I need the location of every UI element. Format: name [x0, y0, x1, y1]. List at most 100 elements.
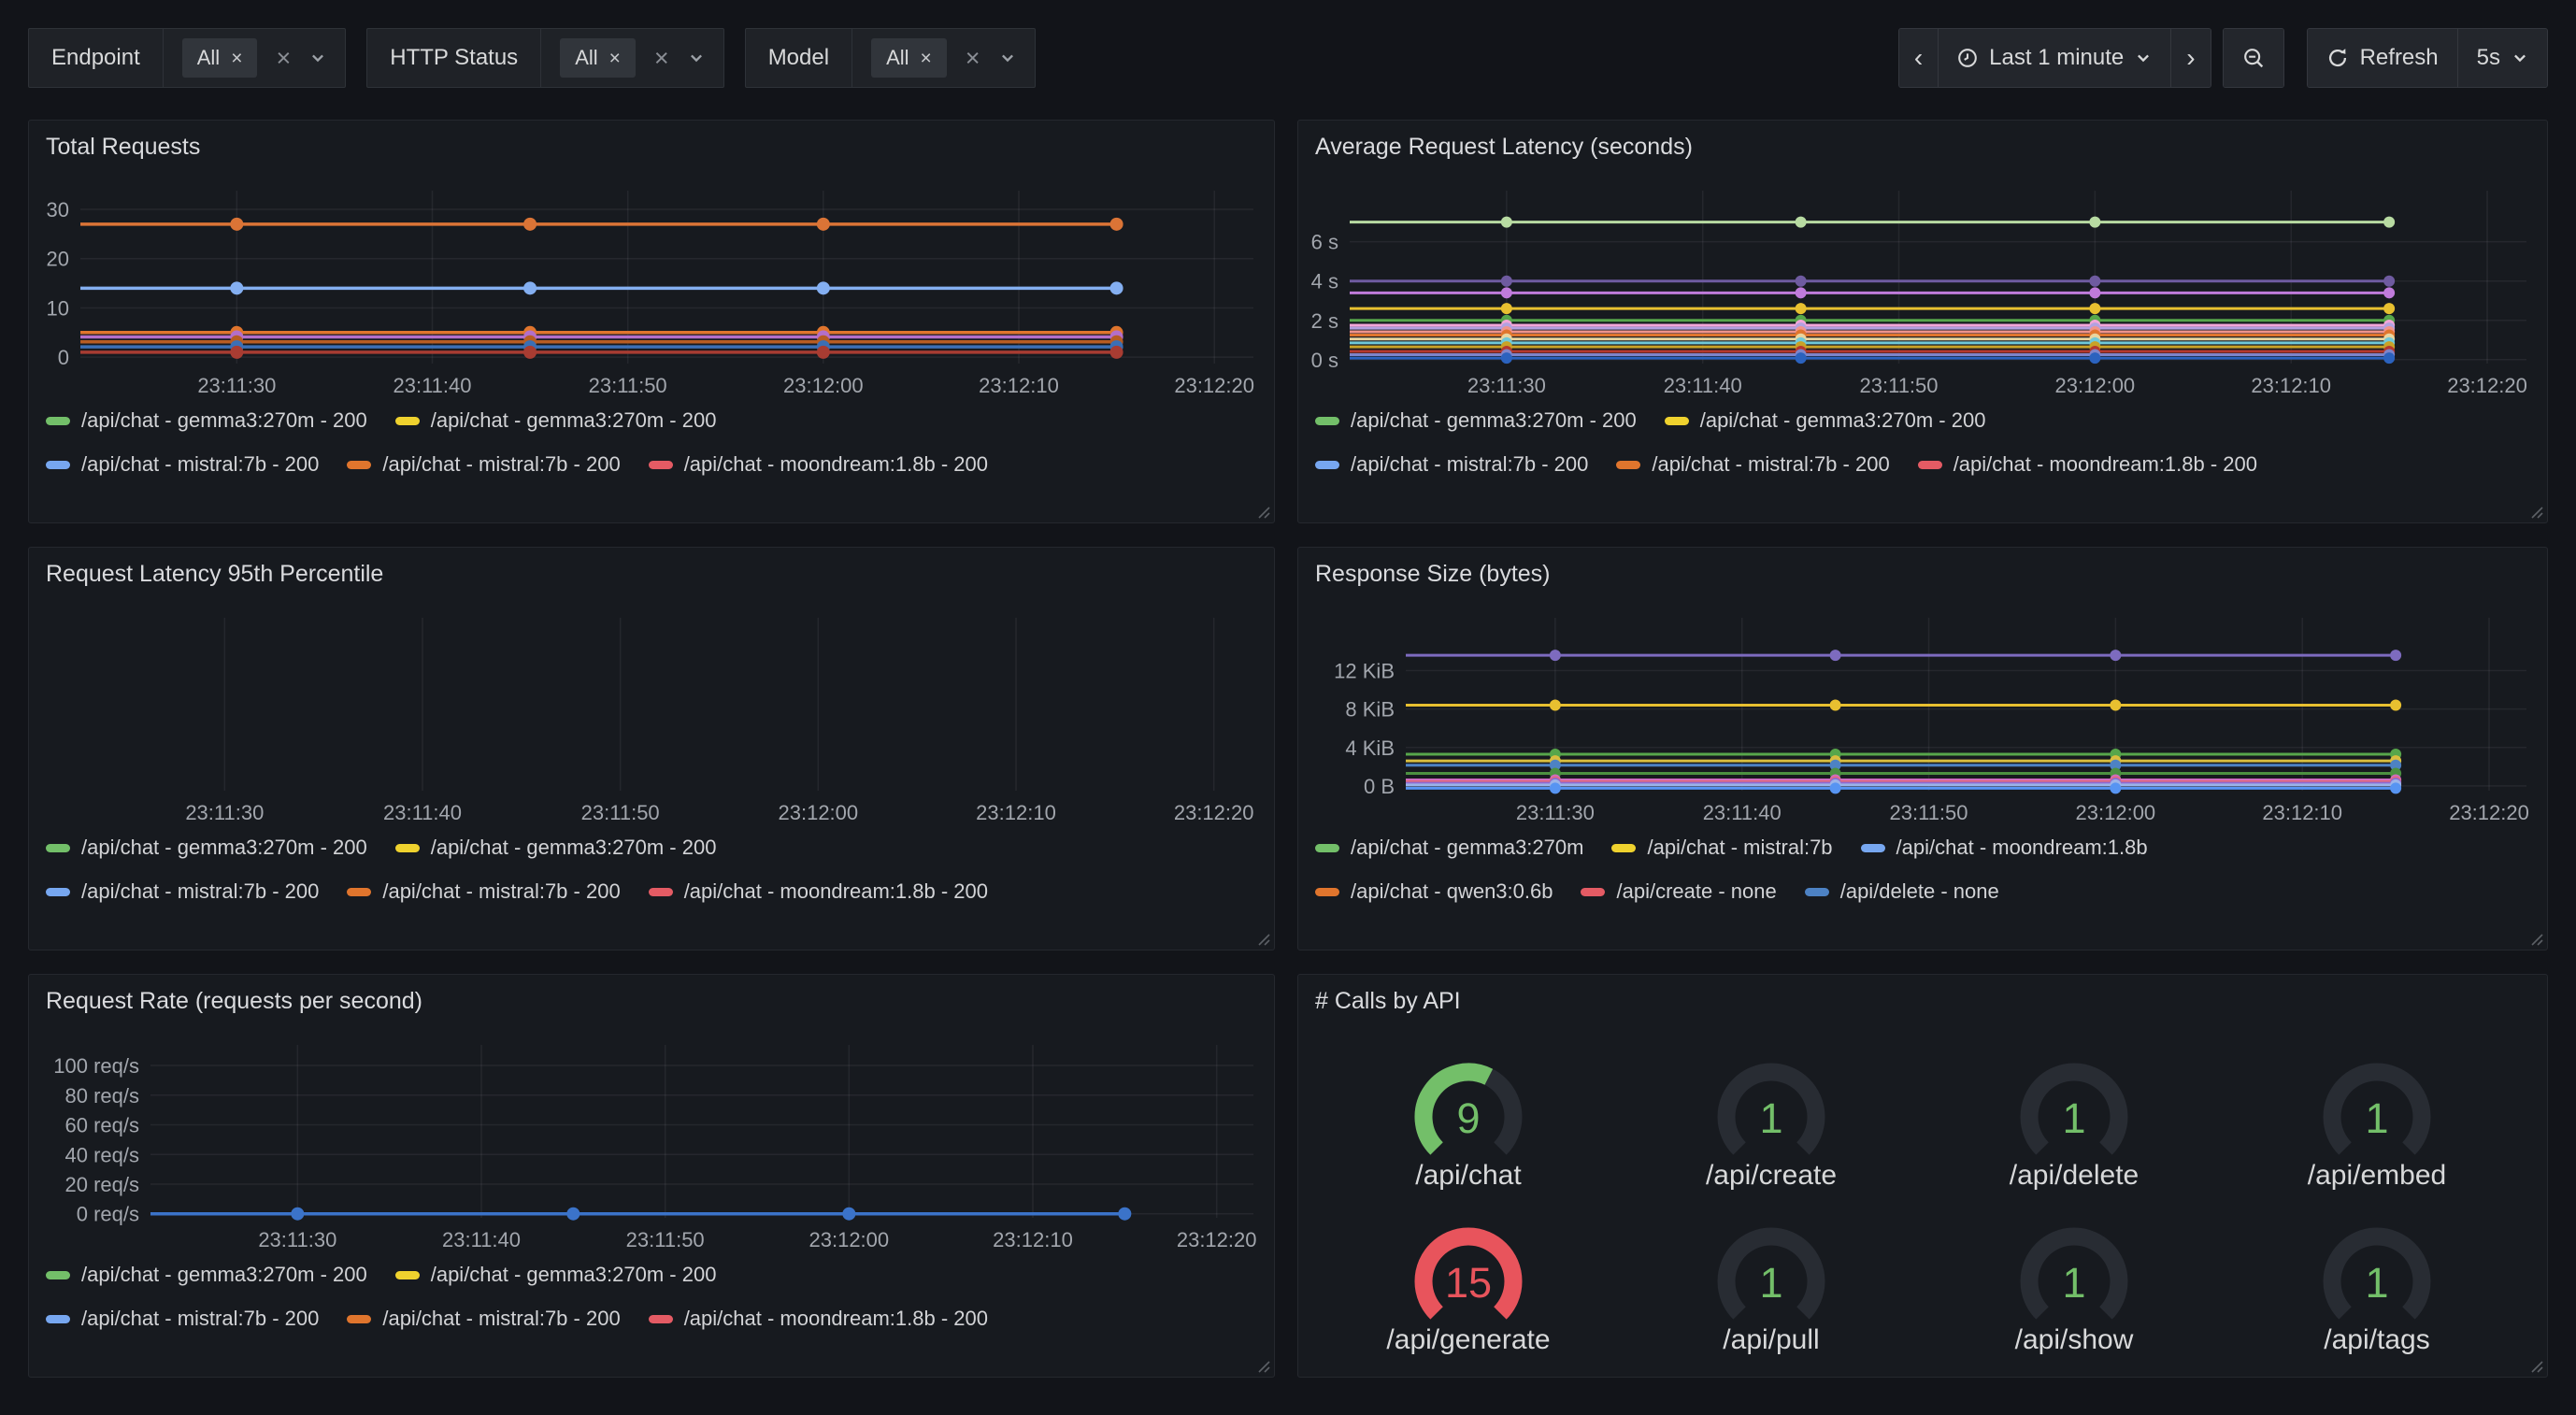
series-point — [1796, 217, 1807, 228]
legend-item[interactable]: /api/chat - mistral:7b - 200 — [46, 452, 319, 477]
legend-item[interactable]: /api/create - none — [1581, 879, 1776, 904]
panel-resize-handle[interactable] — [2529, 932, 2544, 947]
legend-series-swatch — [395, 417, 420, 425]
series-point — [230, 346, 243, 359]
legend-item[interactable]: /api/chat - mistral:7b - 200 — [347, 879, 620, 904]
legend-series-swatch — [46, 844, 70, 852]
gauge-value: 9 — [1456, 1094, 1480, 1142]
legend-item[interactable]: /api/chat - moondream:1.8b — [1861, 836, 2148, 860]
panel-title[interactable]: Total Requests — [46, 134, 200, 161]
legend-series-swatch — [46, 888, 70, 896]
panel-title[interactable]: Average Request Latency (seconds) — [1315, 134, 1693, 161]
timeseries-chart[interactable]: 0 req/s20 req/s40 req/s60 req/s80 req/s1… — [29, 1045, 1274, 1260]
panel-title[interactable]: Request Rate (requests per second) — [46, 988, 422, 1015]
panel-title[interactable]: Request Latency 95th Percentile — [46, 561, 383, 588]
legend-item[interactable]: /api/chat - moondream:1.8b - 200 — [649, 879, 988, 904]
legend-item[interactable]: /api/chat - gemma3:270m - 200 — [395, 1263, 717, 1287]
filter-endpoint-value: All × × — [164, 29, 346, 87]
legend: /api/chat - gemma3:270m/api/chat - mistr… — [1315, 836, 2534, 923]
time-shift-forward-button[interactable]: › — [2171, 29, 2210, 87]
remove-filter-value-icon[interactable]: × — [921, 49, 932, 68]
y-axis-tick-label: 4 KiB — [1345, 736, 1395, 760]
legend-item[interactable]: /api/chat - moondream:1.8b - 200 — [1918, 452, 2257, 477]
timeseries-chart[interactable]: 0 B4 KiB8 KiB12 KiB23:11:3023:11:4023:11… — [1298, 618, 2547, 833]
panel-resize-handle[interactable] — [2529, 505, 2544, 520]
timeseries-chart[interactable]: 23:11:3023:11:4023:11:5023:12:0023:12:10… — [29, 618, 1274, 833]
legend-item[interactable]: /api/chat - mistral:7b - 200 — [46, 879, 319, 904]
x-axis-tick-label: 23:11:50 — [589, 374, 667, 397]
remove-filter-value-icon[interactable]: × — [231, 49, 242, 68]
legend-item[interactable]: /api/chat - gemma3:270m - 200 — [1315, 408, 1637, 433]
panel-title[interactable]: Response Size (bytes) — [1315, 561, 1551, 588]
legend-series-label: /api/chat - mistral:7b - 200 — [382, 879, 620, 904]
legend-series-label: /api/chat - mistral:7b - 200 — [1351, 452, 1588, 477]
series-point — [1830, 782, 1841, 793]
timeseries-chart[interactable]: 010203023:11:3023:11:4023:11:5023:12:002… — [29, 191, 1274, 406]
legend-item[interactable]: /api/chat - gemma3:270m - 200 — [395, 836, 717, 860]
panel-resize-handle[interactable] — [1256, 1359, 1271, 1374]
time-range-picker-button[interactable]: Last 1 minute — [1939, 29, 2171, 87]
chevron-down-icon[interactable] — [688, 50, 705, 66]
timeseries-chart[interactable]: 0 s2 s4 s6 s23:11:3023:11:4023:11:5023:1… — [1298, 191, 2547, 406]
legend-item[interactable]: /api/delete - none — [1805, 879, 1999, 904]
panel-resize-handle[interactable] — [2529, 1359, 2544, 1374]
legend-item[interactable]: /api/chat - gemma3:270m — [1315, 836, 1583, 860]
series-point — [817, 346, 830, 359]
legend-item[interactable]: /api/chat - moondream:1.8b - 200 — [649, 1307, 988, 1331]
legend-item[interactable]: /api/chat - mistral:7b - 200 — [46, 1307, 319, 1331]
gauge: 1/api/delete — [1923, 1035, 2225, 1199]
legend-series-swatch — [347, 1315, 371, 1323]
panel-title[interactable]: # Calls by API — [1315, 988, 1461, 1015]
legend-item[interactable]: /api/chat - moondream:1.8b - 200 — [649, 452, 988, 477]
remove-filter-value-icon[interactable]: × — [609, 49, 621, 68]
legend-item[interactable]: /api/chat - gemma3:270m - 200 — [46, 1263, 367, 1287]
filter-chip-text: All — [575, 46, 597, 70]
y-axis-tick-label: 30 — [47, 198, 69, 222]
chevron-down-icon[interactable] — [309, 50, 326, 66]
clear-filter-icon[interactable]: × — [276, 46, 291, 71]
legend-item[interactable]: /api/chat - mistral:7b — [1611, 836, 1832, 860]
legend-series-label: /api/chat - moondream:1.8b - 200 — [1953, 452, 2257, 477]
filter-http-status-chip[interactable]: All × — [560, 38, 636, 78]
legend-item[interactable]: /api/chat - qwen3:0.6b — [1315, 879, 1553, 904]
legend-item[interactable]: /api/chat - gemma3:270m - 200 — [46, 836, 367, 860]
x-axis-tick-label: 23:12:10 — [2251, 374, 2331, 397]
x-axis-tick-label: 23:12:10 — [2262, 801, 2342, 824]
legend-series-swatch — [395, 844, 420, 852]
legend-item[interactable]: /api/chat - gemma3:270m - 200 — [395, 408, 717, 433]
filter-endpoint-label: Endpoint — [29, 29, 164, 87]
gauge-value: 1 — [2365, 1259, 2388, 1307]
legend-item[interactable]: /api/chat - mistral:7b - 200 — [347, 452, 620, 477]
panel-resize-handle[interactable] — [1256, 505, 1271, 520]
panel-total-requests: Total Requests 010203023:11:3023:11:4023… — [28, 120, 1275, 523]
chevron-down-icon[interactable] — [999, 50, 1016, 66]
time-range-label: Last 1 minute — [1989, 45, 2124, 71]
legend: /api/chat - gemma3:270m - 200/api/chat -… — [46, 836, 1261, 923]
legend-series-swatch — [1611, 844, 1636, 852]
legend-item[interactable]: /api/chat - gemma3:270m - 200 — [1665, 408, 1986, 433]
x-axis-tick-label: 23:11:50 — [626, 1228, 705, 1251]
time-shift-back-button[interactable]: ‹ — [1899, 29, 1939, 87]
filter-model-chip[interactable]: All × — [871, 38, 947, 78]
x-axis-tick-label: 23:11:30 — [197, 374, 276, 397]
refresh-button[interactable]: Refresh — [2308, 29, 2458, 87]
legend-item[interactable]: /api/chat - mistral:7b - 200 — [1315, 452, 1588, 477]
legend-series-swatch — [46, 461, 70, 469]
filter-endpoint-chip[interactable]: All × — [182, 38, 258, 78]
panel-resize-handle[interactable] — [1256, 932, 1271, 947]
clear-filter-icon[interactable]: × — [654, 46, 669, 71]
legend-series-label: /api/chat - mistral:7b - 200 — [382, 452, 620, 477]
legend-series-swatch — [1918, 461, 1942, 469]
gauge-grid: 9/api/chat1/api/create1/api/delete1/api/… — [1317, 1035, 2528, 1364]
gauge-value: 1 — [1759, 1094, 1782, 1142]
refresh-interval-button[interactable]: 5s — [2458, 29, 2547, 87]
zoom-out-button[interactable] — [2224, 29, 2283, 87]
series-point — [1830, 650, 1841, 661]
legend-item[interactable]: /api/chat - gemma3:270m - 200 — [46, 408, 367, 433]
legend-item[interactable]: /api/chat - mistral:7b - 200 — [347, 1307, 620, 1331]
gauge: 9/api/chat — [1317, 1035, 1620, 1199]
series-point — [291, 1208, 304, 1221]
legend-item[interactable]: /api/chat - mistral:7b - 200 — [1616, 452, 1889, 477]
clear-filter-icon[interactable]: × — [966, 46, 980, 71]
y-axis-tick-label: 4 s — [1311, 270, 1338, 293]
